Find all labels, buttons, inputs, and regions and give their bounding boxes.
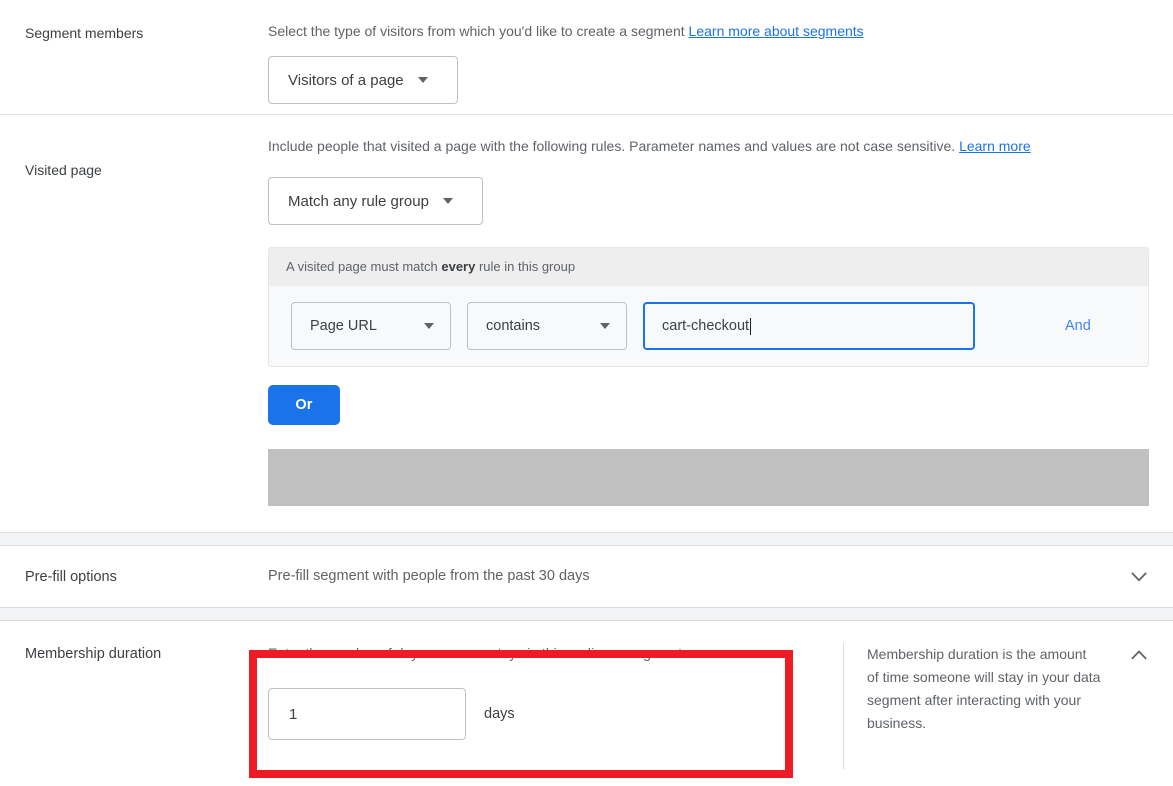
membership-duration-days-input[interactable]	[268, 688, 466, 740]
prefill-options-summary: Pre-fill segment with people from the pa…	[268, 566, 1173, 587]
visited-page-body: Include people that visited a page with …	[268, 127, 1173, 532]
days-unit-label: days	[484, 706, 515, 722]
chevron-down-icon[interactable]	[1127, 565, 1151, 589]
segment-members-type-value: Visitors of a page	[288, 72, 404, 89]
rule-operator-dropdown[interactable]: contains	[467, 302, 627, 350]
audience-segment-builder: Segment members Select the type of visit…	[0, 0, 1173, 769]
visited-page-description-text: Include people that visited a page with …	[268, 138, 955, 154]
rule-group-header: A visited page must match every rule in …	[269, 248, 1148, 286]
segment-members-description-text: Select the type of visitors from which y…	[268, 23, 685, 39]
membership-duration-description: Enter the number of days someone stays i…	[268, 643, 843, 663]
prefill-options-label: Pre-fill options	[0, 567, 268, 587]
rule-value-input[interactable]: cart-checkout	[643, 302, 975, 350]
section-gap-prefill	[0, 532, 1173, 546]
chevron-down-icon	[600, 323, 610, 329]
or-button[interactable]: Or	[268, 385, 340, 425]
visited-page-label: Visited page	[0, 127, 268, 532]
learn-more-about-segments-link[interactable]: Learn more about segments	[689, 23, 864, 39]
chevron-up-icon[interactable]	[1127, 643, 1151, 667]
rule-dimension-value: Page URL	[310, 318, 377, 334]
segment-members-label: Segment members	[0, 12, 268, 104]
rule-group-card: A visited page must match every rule in …	[268, 247, 1149, 367]
segment-members-description: Select the type of visitors from which y…	[268, 12, 1118, 42]
match-rule-group-dropdown[interactable]: Match any rule group	[268, 177, 483, 225]
visited-page-description: Include people that visited a page with …	[268, 127, 1118, 157]
rule-value-text: cart-checkout	[662, 318, 749, 334]
add-and-condition-link[interactable]: And	[1065, 318, 1091, 334]
membership-duration-input-row: days	[268, 688, 843, 740]
section-prefill-options[interactable]: Pre-fill options Pre-fill segment with p…	[0, 546, 1173, 607]
text-cursor	[750, 318, 751, 335]
rule-operator-value: contains	[486, 318, 540, 334]
section-membership-duration: Membership duration Enter the number of …	[0, 621, 1173, 769]
rule-row: Page URL contains cart-checkout And	[269, 286, 1148, 366]
redacted-placeholder-block	[268, 449, 1149, 506]
chevron-down-icon	[443, 198, 453, 204]
membership-duration-body: Enter the number of days someone stays i…	[268, 621, 843, 769]
rule-dimension-dropdown[interactable]: Page URL	[291, 302, 451, 350]
match-rule-group-value: Match any rule group	[288, 193, 429, 210]
rule-group-header-suffix: rule in this group	[475, 259, 575, 274]
chevron-down-icon	[424, 323, 434, 329]
membership-duration-label: Membership duration	[0, 621, 268, 769]
segment-members-body: Select the type of visitors from which y…	[268, 12, 1173, 104]
rule-group-header-emphasis: every	[441, 259, 475, 274]
section-gap-duration	[0, 607, 1173, 621]
section-segment-members: Segment members Select the type of visit…	[0, 0, 1173, 114]
membership-duration-help-text: Membership duration is the amount of tim…	[843, 643, 1101, 769]
rule-group-header-prefix: A visited page must match	[286, 259, 441, 274]
chevron-down-icon	[418, 77, 428, 83]
segment-members-type-dropdown[interactable]: Visitors of a page	[268, 56, 458, 104]
learn-more-link[interactable]: Learn more	[959, 138, 1031, 154]
section-visited-page: Visited page Include people that visited…	[0, 115, 1173, 532]
